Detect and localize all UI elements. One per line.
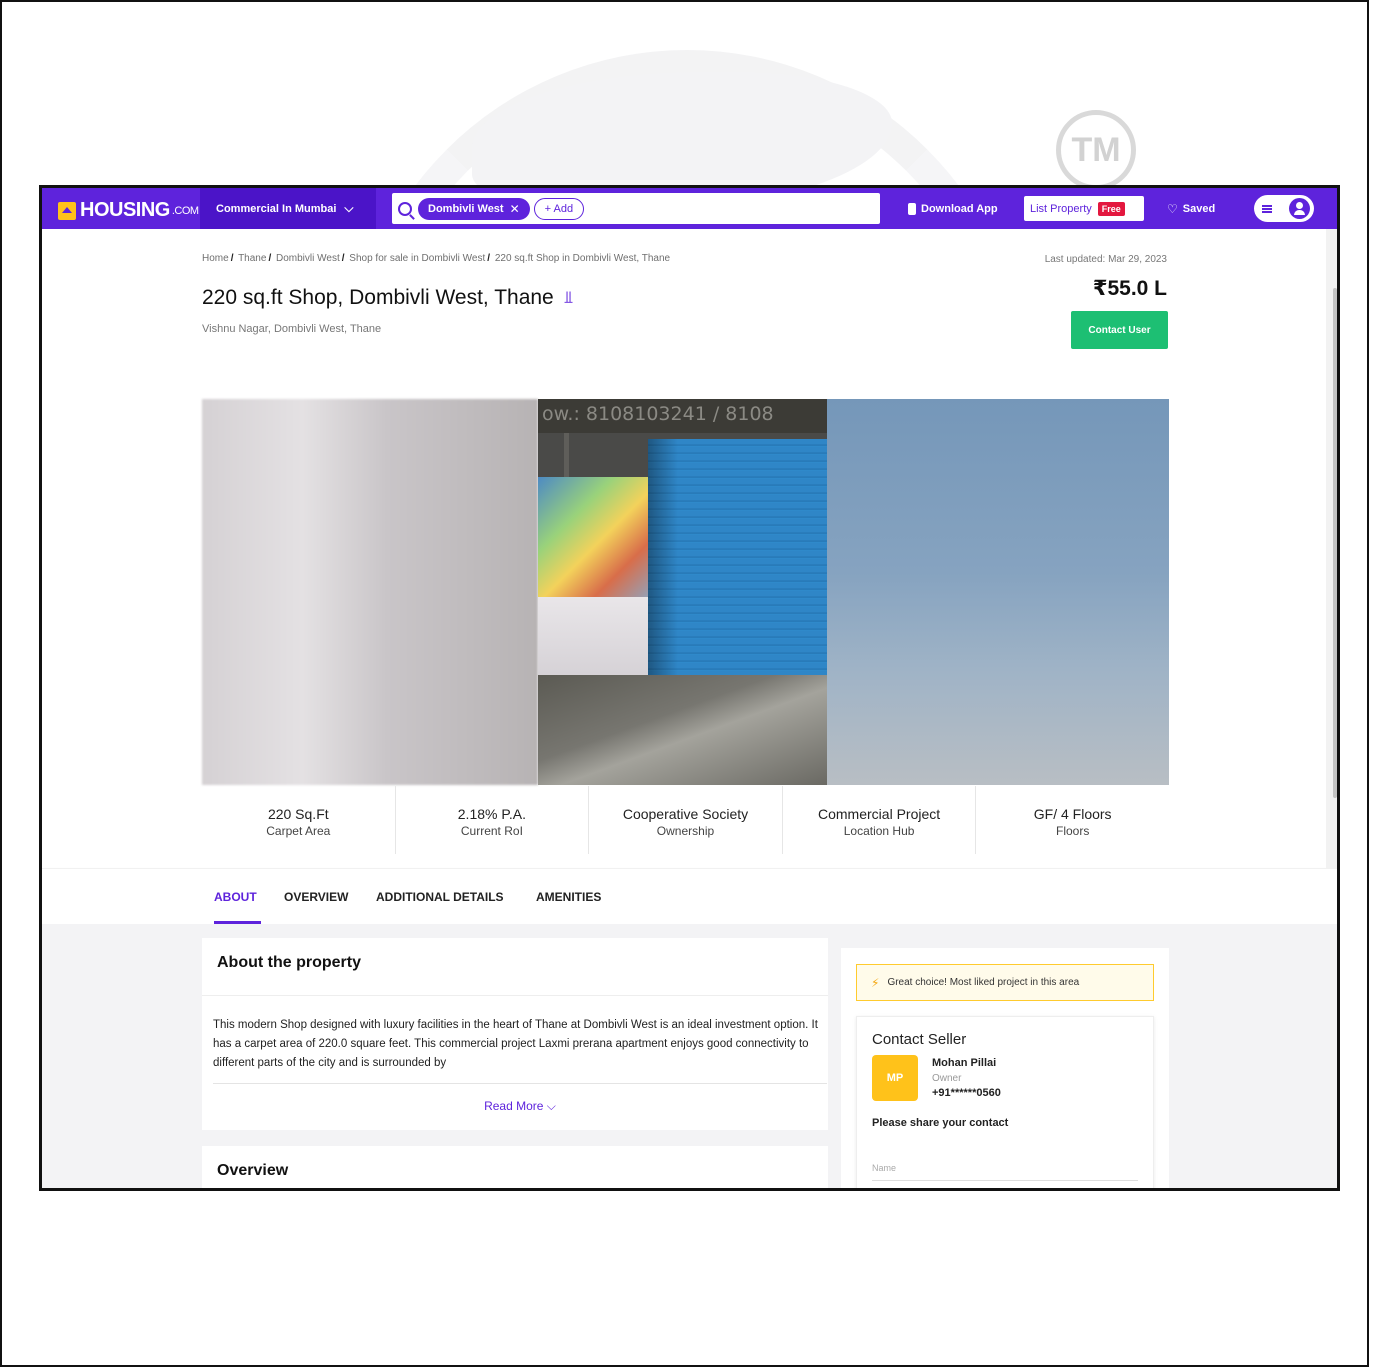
seller-phone: +91******0560 [932,1087,1001,1099]
stat-current-roi: 2.18% P.A. Current RoI [396,786,590,854]
gallery-blurred-right [827,399,1169,785]
stat-label: Ownership [656,824,715,838]
chevron-down-icon[interactable]: ⌵ [547,1099,556,1113]
scrollbar-thumb[interactable] [1333,288,1337,798]
saved-button[interactable]: ♡ Saved [1167,188,1215,229]
great-choice-banner: ⚡ Great choice! Most liked project in th… [856,964,1154,1001]
stat-value: Cooperative Society [622,806,749,822]
chevron-down-icon: ⌵ [344,201,354,215]
user-avatar-icon [1289,198,1310,219]
read-more-link[interactable]: Read More [484,1099,543,1113]
breadcrumb: Home / Thane / Dombivli West / Shop for sal… [202,253,671,264]
city-category-label: Commercial In Mumbai [216,202,337,215]
photo-gallery[interactable]: ow.: 8108103241 / 8108 [202,399,1169,785]
stat-location-hub: Commercial Project Location Hub [783,786,977,854]
download-app-label: Download App [921,202,998,215]
trademark-icon: TM [1056,110,1136,190]
shop-floor [538,675,827,785]
house-icon [58,201,76,220]
gallery-blurred-left [202,399,538,785]
shop-mural [538,477,660,607]
nav-extension [1326,188,1337,229]
key-stats: 220 Sq.Ft Carpet Area 2.18% P.A. Current… [202,786,1169,854]
seller-name: Mohan Pillai [932,1057,997,1069]
shutter-shadow [648,439,678,679]
download-app-button[interactable]: Download App [908,188,998,229]
stat-ownership: Cooperative Society Ownership [589,786,783,854]
close-icon[interactable]: ✕ [510,202,520,216]
stat-value: Commercial Project [818,806,941,822]
breadcrumb-home[interactable]: Home [202,253,229,264]
stat-value: 2.18% P.A. [457,806,527,822]
locality-chip[interactable]: Dombivli West ✕ [418,197,530,220]
shop-sign: ow.: 8108103241 / 8108 [538,399,827,433]
contact-user-button[interactable]: Contact User [1071,311,1168,349]
overview-card: Overview [202,1146,828,1188]
tab-overview[interactable]: OVERVIEW [284,890,348,904]
list-property-button[interactable]: List Property Free [1024,196,1144,221]
section-tabs: ABOUT OVERVIEW ADDITIONAL DETAILS AMENIT… [42,868,1337,924]
great-choice-text: Great choice! Most liked project in this… [887,977,1080,988]
gallery-main-photo[interactable]: ow.: 8108103241 / 8108 [538,399,827,785]
stat-carpet-area: 220 Sq.Ft Carpet Area [202,786,396,854]
about-card: About the property This modern Shop desi… [202,938,828,1130]
contact-seller-title: Contact Seller [872,1031,967,1048]
about-description: This modern Shop designed with luxury fa… [213,1019,818,1069]
read-more-row: Read More ⌵ [213,1083,827,1114]
breadcrumb-category[interactable]: Shop for sale in Dombivli West [349,253,485,264]
search-bar[interactable]: Dombivli West ✕ + Add [392,193,880,224]
free-badge: Free [1097,201,1125,216]
about-heading: About the property [202,938,828,996]
last-updated: Last updated: Mar 29, 2023 [1044,254,1167,265]
page-title-text: 220 sq.ft Shop, Dombivli West, Thane [202,286,554,309]
stat-label: Current RoI [460,824,523,838]
breadcrumb-current: 220 sq.ft Shop in Dombivli West, Thane [494,253,671,264]
seller-avatar: MP [872,1055,918,1101]
outer-frame: TM HOUSING .COM Commercial In Mumbai ⌵ D… [0,0,1369,1367]
property-price: ₹55.0 L [1092,277,1167,300]
list-property-label: List Property [1030,202,1092,215]
breadcrumb-city[interactable]: Thane [238,253,266,264]
stat-label: Floors [1056,824,1090,838]
phone-icon [908,202,916,215]
breadcrumb-locality[interactable]: Dombivli West [276,253,340,264]
contact-seller-card: Contact Seller MP Mohan Pillai Owner +91… [856,1016,1154,1188]
locality-chip-label: Dombivli West [428,202,504,215]
page-title: 220 sq.ft Shop, Dombivli West, Thane ⫫ [202,286,573,310]
tab-additional-details[interactable]: ADDITIONAL DETAILS [376,890,504,904]
search-icon [398,201,412,216]
hamburger-icon [1262,204,1272,213]
top-nav: HOUSING .COM Commercial In Mumbai ⌵ Domb… [42,188,1337,229]
stat-label: Location Hub [843,824,915,838]
details-section: About the property This modern Shop desi… [42,924,1337,1188]
tab-amenities[interactable]: AMENITIES [536,890,601,904]
city-category-dropdown[interactable]: Commercial In Mumbai ⌵ [200,188,376,229]
stat-floors: GF/ 4 Floors Floors [976,786,1169,854]
stat-label: Carpet Area [266,824,331,838]
property-address: Vishnu Nagar, Dombivli West, Thane [202,323,382,335]
share-contact-label: Please share your contact [872,1117,1009,1129]
profile-menu-button[interactable] [1254,195,1314,222]
stat-value: GF/ 4 Floors [1033,806,1112,822]
seller-role: Owner [932,1073,962,1084]
overview-heading: Overview [217,1162,289,1179]
stat-value: 220 Sq.Ft [267,806,329,822]
logo-text: HOUSING [80,199,170,221]
lightning-icon: ⚡ [871,975,880,990]
housing-logo[interactable]: HOUSING .COM [58,199,199,222]
tab-about[interactable]: ABOUT [214,890,257,904]
name-input[interactable] [872,1155,1138,1181]
listing-screenshot: HOUSING .COM Commercial In Mumbai ⌵ Domb… [39,185,1340,1191]
logo-suffix: .COM [171,204,199,217]
add-locality-button[interactable]: + Add [533,197,585,220]
saved-label: Saved [1182,202,1216,215]
heart-icon: ♡ [1167,201,1178,216]
share-icon[interactable]: ⫫ [564,288,574,308]
side-panel: ⚡ Great choice! Most liked project in th… [841,948,1169,1188]
